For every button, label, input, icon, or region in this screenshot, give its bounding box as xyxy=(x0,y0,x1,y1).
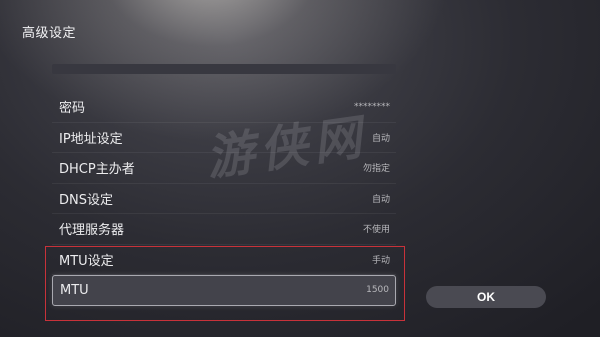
setting-value: 手动 xyxy=(371,255,390,266)
page-title: 高级设定 xyxy=(22,26,77,41)
setting-label: DHCP主办者 xyxy=(59,162,135,178)
setting-label: MTU设定 xyxy=(59,253,114,269)
settings-list: 密码 ******** IP地址设定 自动 DHCP主办者 勿指定 DNS设定 … xyxy=(52,92,396,306)
setting-row-dns[interactable]: DNS设定 自动 xyxy=(52,184,396,214)
setting-row-proxy[interactable]: 代理服务器 不使用 xyxy=(52,214,396,245)
setting-value: 不使用 xyxy=(362,225,390,236)
ok-button[interactable]: OK xyxy=(426,286,546,308)
setting-label: 代理服务器 xyxy=(59,223,125,239)
setting-row-ip-address[interactable]: IP地址设定 自动 xyxy=(52,123,396,153)
setting-value: 1500 xyxy=(366,285,389,296)
setting-value: ******** xyxy=(354,101,390,112)
setting-row-dhcp-host[interactable]: DHCP主办者 勿指定 xyxy=(52,153,396,184)
setting-value: 自动 xyxy=(371,133,390,144)
setting-value: 勿指定 xyxy=(362,164,390,175)
setting-label: DNS设定 xyxy=(59,192,113,208)
setting-label: IP地址设定 xyxy=(59,131,123,147)
setting-label: 密码 xyxy=(59,101,86,117)
setting-row-password[interactable]: 密码 ******** xyxy=(52,92,396,123)
setting-row-mtu-mode[interactable]: MTU设定 手动 xyxy=(52,245,396,275)
list-scroll-edge xyxy=(52,64,396,74)
setting-label: MTU xyxy=(60,282,89,298)
setting-value: 自动 xyxy=(371,194,390,205)
setting-row-mtu-value[interactable]: MTU 1500 xyxy=(52,275,396,306)
